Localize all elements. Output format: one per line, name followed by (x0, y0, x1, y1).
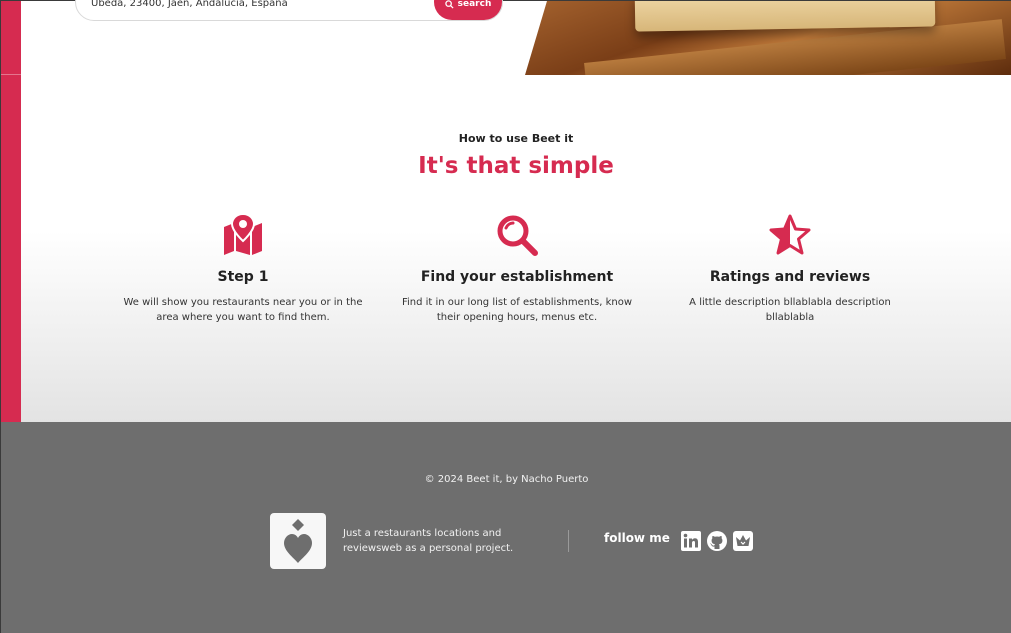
left-accent-bar (1, 1, 21, 422)
hero-food-image (525, 1, 1011, 75)
footer-tagline: Just a restaurants locations and reviews… (343, 528, 514, 554)
step-card-1: Step 1 We will show you restaurants near… (119, 213, 367, 325)
how-to-section: How to use Beet it It's that simple Step… (21, 75, 1011, 422)
search-icon (444, 0, 454, 9)
step-description: A little description bllablabla descript… (689, 297, 891, 323)
search-input[interactable]: Úbeda, 23400, Jaén, Andalucía, España (91, 0, 288, 9)
step-description: We will show you restaurants near you or… (123, 297, 363, 323)
github-icon (707, 531, 727, 551)
crown-link[interactable] (732, 530, 754, 552)
linkedin-link[interactable] (680, 530, 702, 552)
section-title: It's that simple (418, 153, 614, 179)
magnifier-icon (497, 215, 538, 256)
search-button-label: search (457, 0, 492, 9)
step-description: Find it in our long list of establishmen… (401, 297, 633, 323)
step-card-3: Ratings and reviews A little description… (671, 213, 909, 325)
footer-divider (568, 530, 569, 552)
copyright-text: © 2024 Beet it, by Nacho Puerto (424, 474, 589, 485)
crown-icon (733, 531, 753, 551)
github-link[interactable] (706, 530, 728, 552)
follow-me-label: follow me (604, 531, 670, 545)
section-eyebrow: How to use Beet it (458, 132, 574, 145)
location-search-bar[interactable]: Úbeda, 23400, Jaén, Andalucía, España se… (75, 0, 503, 21)
linkedin-icon (681, 531, 701, 551)
star-icon (769, 214, 811, 255)
search-button[interactable]: search (434, 0, 502, 20)
step-title: Ratings and reviews (709, 269, 871, 285)
beet-logo-icon (284, 519, 312, 563)
brand-logo[interactable] (270, 513, 326, 569)
step-card-2: Find your establishment Find it in our l… (391, 213, 643, 325)
site-footer: © 2024 Beet it, by Nacho Puerto Just a r… (1, 422, 1011, 633)
map-pin-icon (224, 213, 262, 255)
step-title: Find your establishment (420, 269, 614, 285)
step-title: Step 1 (217, 269, 269, 285)
